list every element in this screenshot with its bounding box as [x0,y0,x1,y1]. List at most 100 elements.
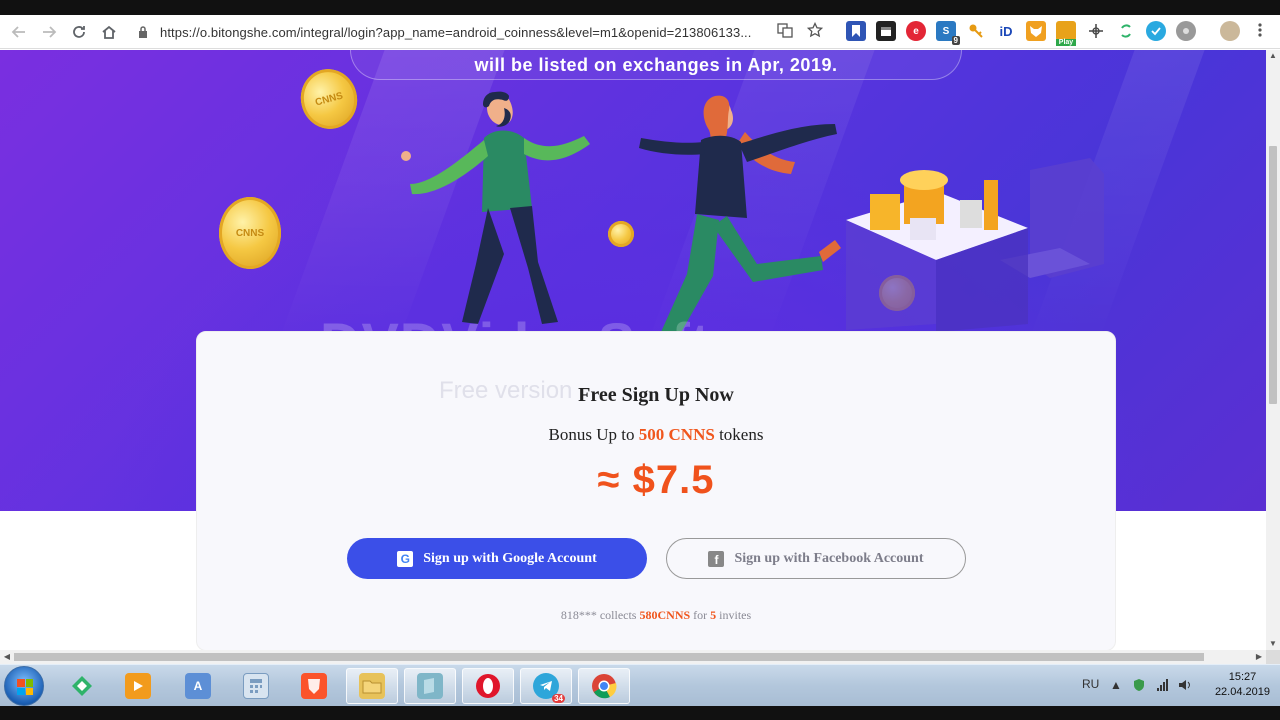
start-button[interactable] [4,666,44,706]
bonus-prefix: Bonus Up to [548,425,635,444]
taskbar-app-notes[interactable]: A [172,668,224,704]
network-signal-icon[interactable] [1156,678,1170,695]
system-clock[interactable]: 15:27 22.04.2019 [1215,670,1270,700]
bonus-price: ≈ $7.5 [597,458,715,502]
opera-browser-icon [475,673,501,699]
treasure-platform-illustration [846,158,1104,332]
telegram-icon: 34 [533,673,565,703]
scroll-left-icon[interactable]: ◀ [0,650,14,664]
home-button[interactable] [94,17,124,47]
show-hidden-icons-icon[interactable]: ▲ [1110,678,1122,692]
coin-label: CNNS [235,227,265,239]
fox-extension-icon[interactable] [1026,21,1046,41]
scroll-up-icon[interactable]: ▲ [1266,50,1280,62]
id-extension-icon[interactable]: iD [996,21,1016,41]
window-bottom-strip [0,706,1280,720]
google-signup-label: Sign up with Google Account [423,550,597,566]
taskbar-app-opera[interactable] [462,668,514,704]
window-top-strip [0,0,1280,15]
calendar-extension-icon[interactable] [876,21,896,41]
key-extension-icon[interactable] [966,21,986,41]
taskbar-app-book[interactable] [404,668,456,704]
collects-invites: invites [719,608,752,622]
collects-amount: 580CNNS [639,608,691,622]
media-player-icon [125,673,151,699]
reload-icon [73,26,85,38]
taskbar-app-media[interactable] [112,668,164,704]
facebook-signup-button[interactable]: f Sign up with Facebook Account [666,538,966,579]
taskbar-app-diamond[interactable] [56,668,108,704]
translate-icon[interactable] [776,21,794,39]
taskbar-app-brave[interactable] [288,668,340,704]
bookmark-star-icon[interactable] [806,21,824,39]
url-text: https://o.bitongshe.com/integral/login?a… [160,24,752,40]
reload-button[interactable] [64,17,94,47]
facebook-signup-label: Sign up with Facebook Account [734,550,924,566]
scroll-right-icon[interactable]: ▶ [1252,650,1266,664]
taskbar-app-chrome[interactable] [578,668,630,704]
screen: https://o.bitongshe.com/integral/login?a… [0,0,1280,720]
skype-extension-icon[interactable]: S9 [936,21,960,45]
check-extension-icon[interactable] [1146,21,1166,41]
collects-ticker: 818*** collects 580CNNS for 5 invites [197,608,1115,623]
google-icon: G [397,550,414,567]
scroll-down-icon[interactable]: ▼ [1266,638,1280,650]
address-bar[interactable]: https://o.bitongshe.com/integral/login?a… [136,18,836,46]
horizontal-scroll-thumb[interactable] [14,653,1204,661]
announcement-text: will be listed on exchanges in Apr, 2019… [474,55,838,75]
home-icon [102,25,116,39]
book-app-icon [417,673,443,699]
windows-logo-icon [17,679,33,695]
play-extension-icon[interactable]: Play [1056,21,1076,46]
circle-extension-icon[interactable] [1176,21,1196,41]
taskbar-app-explorer[interactable] [346,668,398,704]
calculator-icon [243,673,269,699]
sync-extension-icon[interactable] [1116,21,1136,41]
block-extension-icon[interactable]: e [906,21,926,41]
google-signup-button[interactable]: G Sign up with Google Account [347,538,647,579]
collects-for: for [693,608,708,622]
system-tray: RU ▲ 15:27 22.04.2019 [1070,665,1280,707]
dancing-man-illustration [401,91,590,324]
browser-toolbar: https://o.bitongshe.com/integral/login?a… [0,15,1280,49]
dancing-woman-illustration [639,95,841,336]
cnns-coin-icon: CNNS [219,197,281,269]
arrow-right-icon [43,26,57,38]
crosshair-extension-icon[interactable] [1086,21,1106,41]
collects-count: 5 [710,608,717,622]
lock-icon [139,26,147,38]
forward-button[interactable] [34,17,64,47]
bonus-text: Bonus Up to 500 CNNS tokens [197,425,1115,445]
facebook-icon: f [708,550,725,567]
signup-card: Free version Free Sign Up Now Bonus Up t… [196,331,1116,650]
chrome-browser-icon [591,673,617,699]
bookmark-extension-icon[interactable] [846,21,866,41]
play-label: Play [1056,39,1076,46]
folder-icon [359,673,385,699]
vertical-scroll-thumb[interactable] [1269,146,1277,404]
bonus-suffix: tokens [719,425,764,444]
taskbar-app-calculator[interactable] [230,668,282,704]
taskbar-app-telegram[interactable]: 34 [520,668,572,704]
diamond-app-icon [69,673,95,699]
scrollbar-corner [1266,650,1280,664]
back-button[interactable] [4,17,34,47]
brave-browser-icon [301,673,327,699]
coin-label: CNNS [313,90,345,108]
language-indicator[interactable]: RU [1082,677,1099,691]
telegram-badge: 34 [552,694,565,703]
signup-title: Free Sign Up Now [578,384,734,406]
bonus-amount: 500 CNNS [638,425,715,444]
kebab-menu-icon [1258,23,1262,37]
volume-icon[interactable] [1178,678,1192,695]
collects-user: 818*** [560,608,597,622]
page-viewport: will be listed on exchanges in Apr, 2019… [0,50,1266,650]
security-shield-icon[interactable] [1132,678,1146,695]
announcement-banner: will be listed on exchanges in Apr, 2019… [350,50,962,80]
vertical-scrollbar[interactable]: ▲ ▼ [1266,50,1280,650]
clock-time: 15:27 [1228,671,1257,683]
windows-taskbar: A 34 RU ▲ 15:27 22.04.2019 [0,664,1280,706]
browser-menu-button[interactable] [1252,22,1268,42]
horizontal-scrollbar[interactable]: ◀ ▶ [0,650,1266,664]
avatar[interactable] [1220,21,1240,41]
